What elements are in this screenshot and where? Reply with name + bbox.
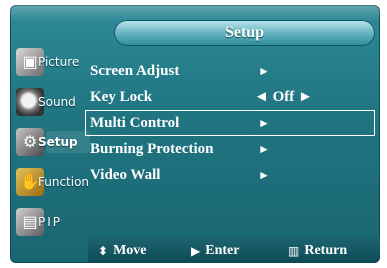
menu-item-multi-control[interactable]: Multi Control ► <box>85 110 375 136</box>
sidebar-item-label: Setup <box>38 135 78 149</box>
sidebar-item-label: Picture <box>38 55 80 69</box>
move-icon: ⬍ <box>98 243 109 258</box>
menu-item-label: Video Wall <box>90 166 161 183</box>
submenu-arrow-icon: ► <box>258 116 270 130</box>
key-lock-value[interactable]: ◄ Off ► <box>254 89 313 106</box>
osd-menu-panel: Setup ▣ Picture Sound ⚙ Setup ✋ Function… <box>10 5 380 263</box>
enter-icon: ▶ <box>191 243 201 258</box>
hint-enter-label: Enter <box>205 242 240 258</box>
menu-item-label: Screen Adjust <box>90 62 180 79</box>
menu-title: Setup <box>224 24 265 41</box>
sidebar-item-label: Sound <box>38 95 76 109</box>
title-bar: Setup <box>114 20 375 46</box>
hint-return: ▥ Return <box>288 243 347 259</box>
submenu-arrow-icon: ► <box>258 168 270 182</box>
menu-item-video-wall[interactable]: Video Wall ► <box>86 163 376 187</box>
menu-item-label: Burning Protection <box>90 140 214 157</box>
menu-item-burning-protection[interactable]: Burning Protection ► <box>86 137 376 161</box>
sidebar-item-sound[interactable]: Sound <box>16 85 84 119</box>
hint-enter: ▶ Enter <box>191 243 239 259</box>
menu-item-label: Key Lock <box>90 88 153 105</box>
menu-item-key-lock[interactable]: Key Lock ◄ Off ► <box>86 85 376 109</box>
menu-item-label: Multi Control <box>90 114 180 131</box>
sidebar-item-function[interactable]: ✋ Function <box>16 165 89 199</box>
sidebar-item-setup[interactable]: ⚙ Setup <box>16 125 90 159</box>
sidebar-item-picture[interactable]: ▣ Picture <box>16 45 84 79</box>
menu-item-screen-adjust[interactable]: Screen Adjust ► <box>86 59 376 83</box>
hint-move: ⬍ Move <box>98 243 147 259</box>
hint-move-label: Move <box>113 242 147 258</box>
panel-gloss <box>10 5 380 21</box>
category-sidebar: ▣ Picture Sound ⚙ Setup ✋ Function ▤ PIP <box>10 45 90 245</box>
button-hint-bar: ⬍ Move ▶ Enter ▥ Return <box>88 238 380 263</box>
sidebar-item-label: Function <box>38 175 90 189</box>
return-icon: ▥ <box>288 243 300 258</box>
sidebar-item-label: PIP <box>38 215 63 229</box>
sidebar-item-pip[interactable]: ▤ PIP <box>16 205 84 239</box>
hint-return-label: Return <box>304 242 348 258</box>
submenu-arrow-icon: ► <box>258 64 270 78</box>
submenu-arrow-icon: ► <box>258 142 270 156</box>
